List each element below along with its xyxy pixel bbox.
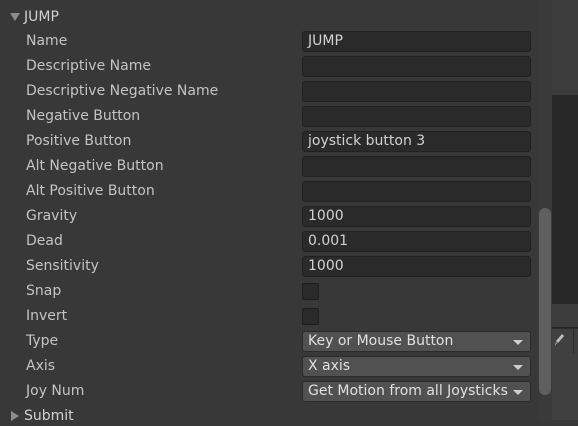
negative-button-field[interactable] xyxy=(302,106,531,127)
dead-row: Dead 0.001 xyxy=(0,229,538,254)
axis-dropdown-value: X axis xyxy=(308,358,351,374)
descriptive-name-label: Descriptive Name xyxy=(26,58,151,74)
gravity-field[interactable]: 1000 xyxy=(302,206,531,227)
chevron-down-icon xyxy=(513,390,523,395)
sensitivity-label: Sensitivity xyxy=(26,258,99,274)
joy-num-row: Joy Num Get Motion from all Joysticks xyxy=(0,379,538,404)
sensitivity-field[interactable]: 1000 xyxy=(302,256,531,277)
chevron-down-icon xyxy=(513,340,523,345)
type-label: Type xyxy=(26,333,59,349)
axis-foldout-jump[interactable]: JUMP xyxy=(0,7,59,27)
negative-button-label: Negative Button xyxy=(26,108,141,124)
axis-row: Axis X axis xyxy=(0,354,538,379)
name-row: Name JUMP xyxy=(0,29,538,54)
alt-positive-button-field[interactable] xyxy=(302,181,531,202)
sensitivity-row: Sensitivity 1000 xyxy=(0,254,538,279)
gravity-row: Gravity 1000 xyxy=(0,204,538,229)
brush-icon[interactable] xyxy=(555,334,564,347)
divider xyxy=(573,328,574,353)
dead-label: Dead xyxy=(26,233,63,249)
invert-label: Invert xyxy=(26,308,68,324)
alt-negative-button-label: Alt Negative Button xyxy=(26,158,164,174)
axis-label: Axis xyxy=(26,358,56,374)
joy-num-dropdown[interactable]: Get Motion from all Joysticks xyxy=(302,381,531,402)
positive-button-label: Positive Button xyxy=(26,133,132,149)
joy-num-dropdown-value: Get Motion from all Joysticks xyxy=(308,383,508,399)
positive-button-field[interactable]: joystick button 3 xyxy=(302,131,531,152)
alt-positive-button-label: Alt Positive Button xyxy=(26,183,155,199)
name-label: Name xyxy=(26,33,68,49)
invert-row: Invert xyxy=(0,304,538,329)
descriptive-negative-name-row: Descriptive Negative Name xyxy=(0,79,538,104)
snap-checkbox[interactable] xyxy=(302,283,319,300)
axis-foldout-label: JUMP xyxy=(24,9,59,25)
snap-row: Snap xyxy=(0,279,538,304)
axis-dropdown[interactable]: X axis xyxy=(302,356,531,377)
descriptive-name-field[interactable] xyxy=(302,56,531,77)
alt-negative-button-row: Alt Negative Button xyxy=(0,154,538,179)
joy-num-label: Joy Num xyxy=(26,383,85,399)
chevron-down-icon xyxy=(513,365,523,370)
vertical-scrollbar-thumb[interactable] xyxy=(539,208,551,395)
snap-label: Snap xyxy=(26,283,62,299)
submit-foldout-label: Submit xyxy=(24,408,74,424)
axis-foldout-submit[interactable]: Submit xyxy=(0,406,74,426)
type-dropdown-value: Key or Mouse Button xyxy=(308,333,454,349)
alt-positive-button-row: Alt Positive Button xyxy=(0,179,538,204)
adjacent-panel xyxy=(552,0,578,420)
name-field[interactable]: JUMP xyxy=(302,31,531,52)
alt-negative-button-field[interactable] xyxy=(302,156,531,177)
dead-field[interactable]: 0.001 xyxy=(302,231,531,252)
positive-button-row: Positive Button joystick button 3 xyxy=(0,129,538,154)
adjacent-panel-toolbar xyxy=(552,304,578,328)
inspector-panel: JUMP Name JUMP Descriptive Name Descript… xyxy=(0,0,538,424)
triangle-down-icon[interactable] xyxy=(9,11,21,23)
invert-checkbox[interactable] xyxy=(302,308,319,325)
descriptive-negative-name-label: Descriptive Negative Name xyxy=(26,83,219,99)
divider xyxy=(552,328,578,329)
gravity-label: Gravity xyxy=(26,208,78,224)
descriptive-name-row: Descriptive Name xyxy=(0,54,538,79)
adjacent-panel-header xyxy=(552,0,578,95)
descriptive-negative-name-field[interactable] xyxy=(302,81,531,102)
triangle-right-icon[interactable] xyxy=(9,410,21,422)
negative-button-row: Negative Button xyxy=(0,104,538,129)
type-dropdown[interactable]: Key or Mouse Button xyxy=(302,331,531,352)
type-row: Type Key or Mouse Button xyxy=(0,329,538,354)
